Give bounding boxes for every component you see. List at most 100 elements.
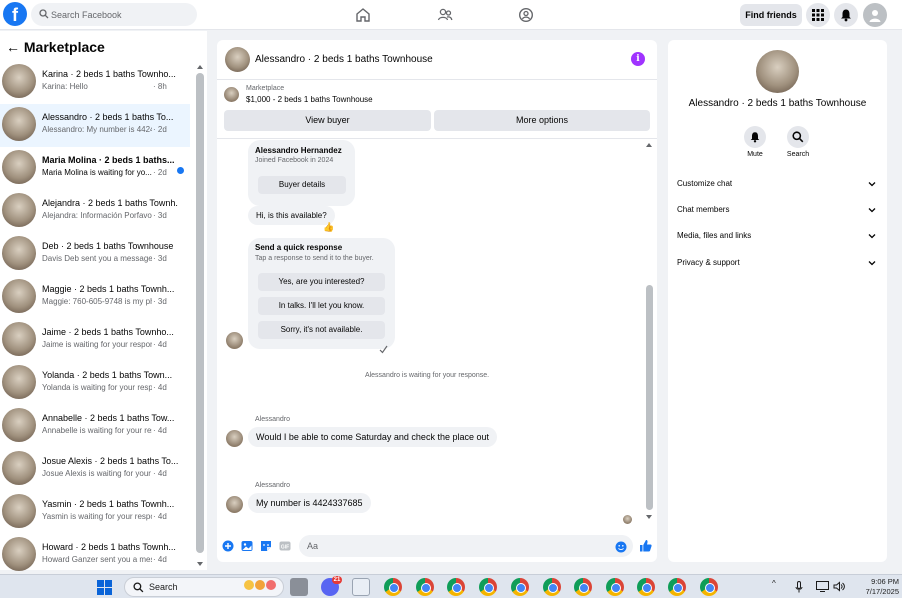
chrome-icon[interactable] xyxy=(543,578,561,596)
quick-reply-button[interactable]: Sorry, it's not available. xyxy=(258,321,385,339)
sender-avatar[interactable] xyxy=(226,430,243,447)
system-clock[interactable]: 9:06 PM 7/17/2025 xyxy=(855,577,899,597)
conversation-preview: Davis Deb sent you a message ab... xyxy=(42,254,152,263)
menu-button[interactable] xyxy=(806,3,830,27)
chevron-down-icon xyxy=(868,182,876,187)
conversation-item[interactable]: Alessandro · 2 beds 1 baths To... Alessan… xyxy=(0,104,190,147)
chat-avatar[interactable] xyxy=(225,47,250,72)
chevron-down-icon xyxy=(868,208,876,213)
view-buyer-button[interactable]: View buyer xyxy=(224,110,431,131)
chrome-icon[interactable] xyxy=(384,578,402,596)
sender-avatar[interactable] xyxy=(226,496,243,513)
conversation-item[interactable]: Maggie · 2 beds 1 baths Townh... Maggie: … xyxy=(0,276,190,319)
chat-members-row[interactable]: Chat members xyxy=(668,199,887,223)
buyer-details-button[interactable]: Buyer details xyxy=(258,176,346,194)
quick-reply-button[interactable]: In talks. I'll let you know. xyxy=(258,297,385,315)
search-conversation-button[interactable] xyxy=(787,126,809,148)
conversation-avatar xyxy=(2,107,36,141)
photo-icon[interactable] xyxy=(241,540,253,552)
scroll-up-arrow-icon[interactable] xyxy=(646,143,652,147)
account-avatar[interactable] xyxy=(863,3,887,27)
conversation-info-panel: Alessandro · 2 beds 1 baths Townhouse Mu… xyxy=(668,40,887,562)
scroll-down-arrow-icon[interactable] xyxy=(646,515,652,519)
chrome-icon[interactable] xyxy=(447,578,465,596)
windows-start-icon[interactable] xyxy=(97,580,112,595)
privacy-support-row[interactable]: Privacy & support xyxy=(668,252,887,276)
listing-thumbnail[interactable] xyxy=(224,87,239,102)
info-title: Alessandro · 2 beds 1 baths Townhouse xyxy=(688,98,867,109)
sidebar-title: Marketplace xyxy=(23,39,105,55)
chat-scrollbar[interactable] xyxy=(646,285,653,510)
media-files-links-row[interactable]: Media, files and links xyxy=(668,225,887,249)
conversation-avatar xyxy=(2,193,36,227)
search-input[interactable] xyxy=(51,7,191,22)
chat-title[interactable]: Alessandro · 2 beds 1 baths Townhouse xyxy=(255,54,433,65)
scroll-down-arrow-icon[interactable] xyxy=(197,562,203,566)
conversation-item[interactable]: Alejandra · 2 beds 1 baths Townh... Aleja… xyxy=(0,190,190,233)
svg-text:GIF: GIF xyxy=(281,544,289,550)
search-box[interactable] xyxy=(31,3,197,26)
conversation-name: Maria Molina · 2 beds 1 baths... xyxy=(42,155,175,165)
chrome-icon[interactable] xyxy=(637,578,655,596)
conversation-item[interactable]: Josue Alexis · 2 beds 1 baths To... Josue… xyxy=(0,448,190,491)
notepad-icon[interactable] xyxy=(352,578,370,596)
conversation-time: · 3d xyxy=(153,211,167,220)
volume-icon[interactable] xyxy=(833,581,845,592)
chrome-icon[interactable] xyxy=(606,578,624,596)
find-friends-button[interactable]: Find friends xyxy=(740,4,802,26)
thumbs-up-send-icon[interactable] xyxy=(639,539,652,552)
conversation-preview: Annabelle is waiting for your resp... xyxy=(42,426,152,435)
back-arrow-icon[interactable]: ← xyxy=(6,39,20,55)
chevron-down-icon xyxy=(868,261,876,266)
sender-avatar[interactable] xyxy=(226,332,243,349)
row-label: Chat members xyxy=(677,205,730,214)
conversation-item[interactable]: Karina · 2 beds 1 baths Townho... Karina:… xyxy=(0,61,190,104)
bell-icon xyxy=(750,132,760,143)
conversation-time: · 4d xyxy=(153,512,167,521)
quick-reply-button[interactable]: Yes, are you interested? xyxy=(258,273,385,291)
emoji-icon[interactable] xyxy=(615,541,627,553)
customize-chat-row[interactable]: Customize chat xyxy=(668,173,887,197)
chrome-icon[interactable] xyxy=(511,578,529,596)
conversation-name: Maggie · 2 beds 1 baths Townh... xyxy=(42,284,175,294)
conversation-item[interactable]: Jaime · 2 beds 1 baths Townho... Jaime is… xyxy=(0,319,190,362)
chrome-icon[interactable] xyxy=(416,578,434,596)
chrome-icon[interactable] xyxy=(668,578,686,596)
mute-button[interactable] xyxy=(744,126,766,148)
contact-avatar[interactable] xyxy=(756,50,799,93)
file-explorer-icon[interactable] xyxy=(290,578,308,596)
conversation-item[interactable]: Yasmin · 2 beds 1 baths Townh... Yasmin i… xyxy=(0,491,190,534)
notifications-button[interactable] xyxy=(834,3,858,27)
profile-icon xyxy=(869,10,881,22)
conversation-name: Josue Alexis · 2 beds 1 baths To... xyxy=(42,456,178,466)
chrome-icon[interactable] xyxy=(574,578,592,596)
clock-date: 7/17/2025 xyxy=(865,587,899,596)
gif-icon[interactable]: GIF xyxy=(279,540,291,552)
conversation-item[interactable]: Maria Molina · 2 beds 1 baths... Maria Mo… xyxy=(0,147,190,190)
buyer-name: Alessandro Hernandez xyxy=(255,146,342,155)
microphone-icon[interactable] xyxy=(795,581,803,593)
facebook-logo[interactable]: f xyxy=(3,2,27,26)
show-hidden-icons-chevron-icon[interactable]: ^ xyxy=(772,579,776,588)
sticker-icon[interactable] xyxy=(260,540,272,552)
scroll-up-arrow-icon[interactable] xyxy=(197,65,203,69)
more-options-button[interactable]: More options xyxy=(434,110,650,131)
sidebar-scrollbar[interactable] xyxy=(196,73,204,553)
chrome-icon[interactable] xyxy=(479,578,497,596)
plus-circle-icon[interactable] xyxy=(222,540,234,552)
conversation-avatar xyxy=(2,537,36,571)
apps-grid-icon xyxy=(812,9,824,21)
chrome-icon[interactable] xyxy=(700,578,718,596)
conversation-item[interactable]: Yolanda · 2 beds 1 baths Town... Yolanda … xyxy=(0,362,190,405)
conversation-item[interactable]: Deb · 2 beds 1 baths Townhouse Davis Deb … xyxy=(0,233,190,276)
thumbs-up-reaction-icon: 👍 xyxy=(323,222,335,232)
groups-icon[interactable] xyxy=(517,6,535,24)
home-icon[interactable] xyxy=(354,6,372,24)
conversation-item[interactable]: Howard · 2 beds 1 baths Townh... Howard G… xyxy=(0,534,190,577)
search-icon xyxy=(792,131,804,143)
message-input[interactable] xyxy=(299,535,633,557)
conversation-item[interactable]: Annabelle · 2 beds 1 baths Tow... Annabel… xyxy=(0,405,190,448)
friends-icon[interactable] xyxy=(436,6,454,24)
info-icon[interactable]: i xyxy=(631,52,645,66)
network-icon[interactable] xyxy=(816,581,829,592)
